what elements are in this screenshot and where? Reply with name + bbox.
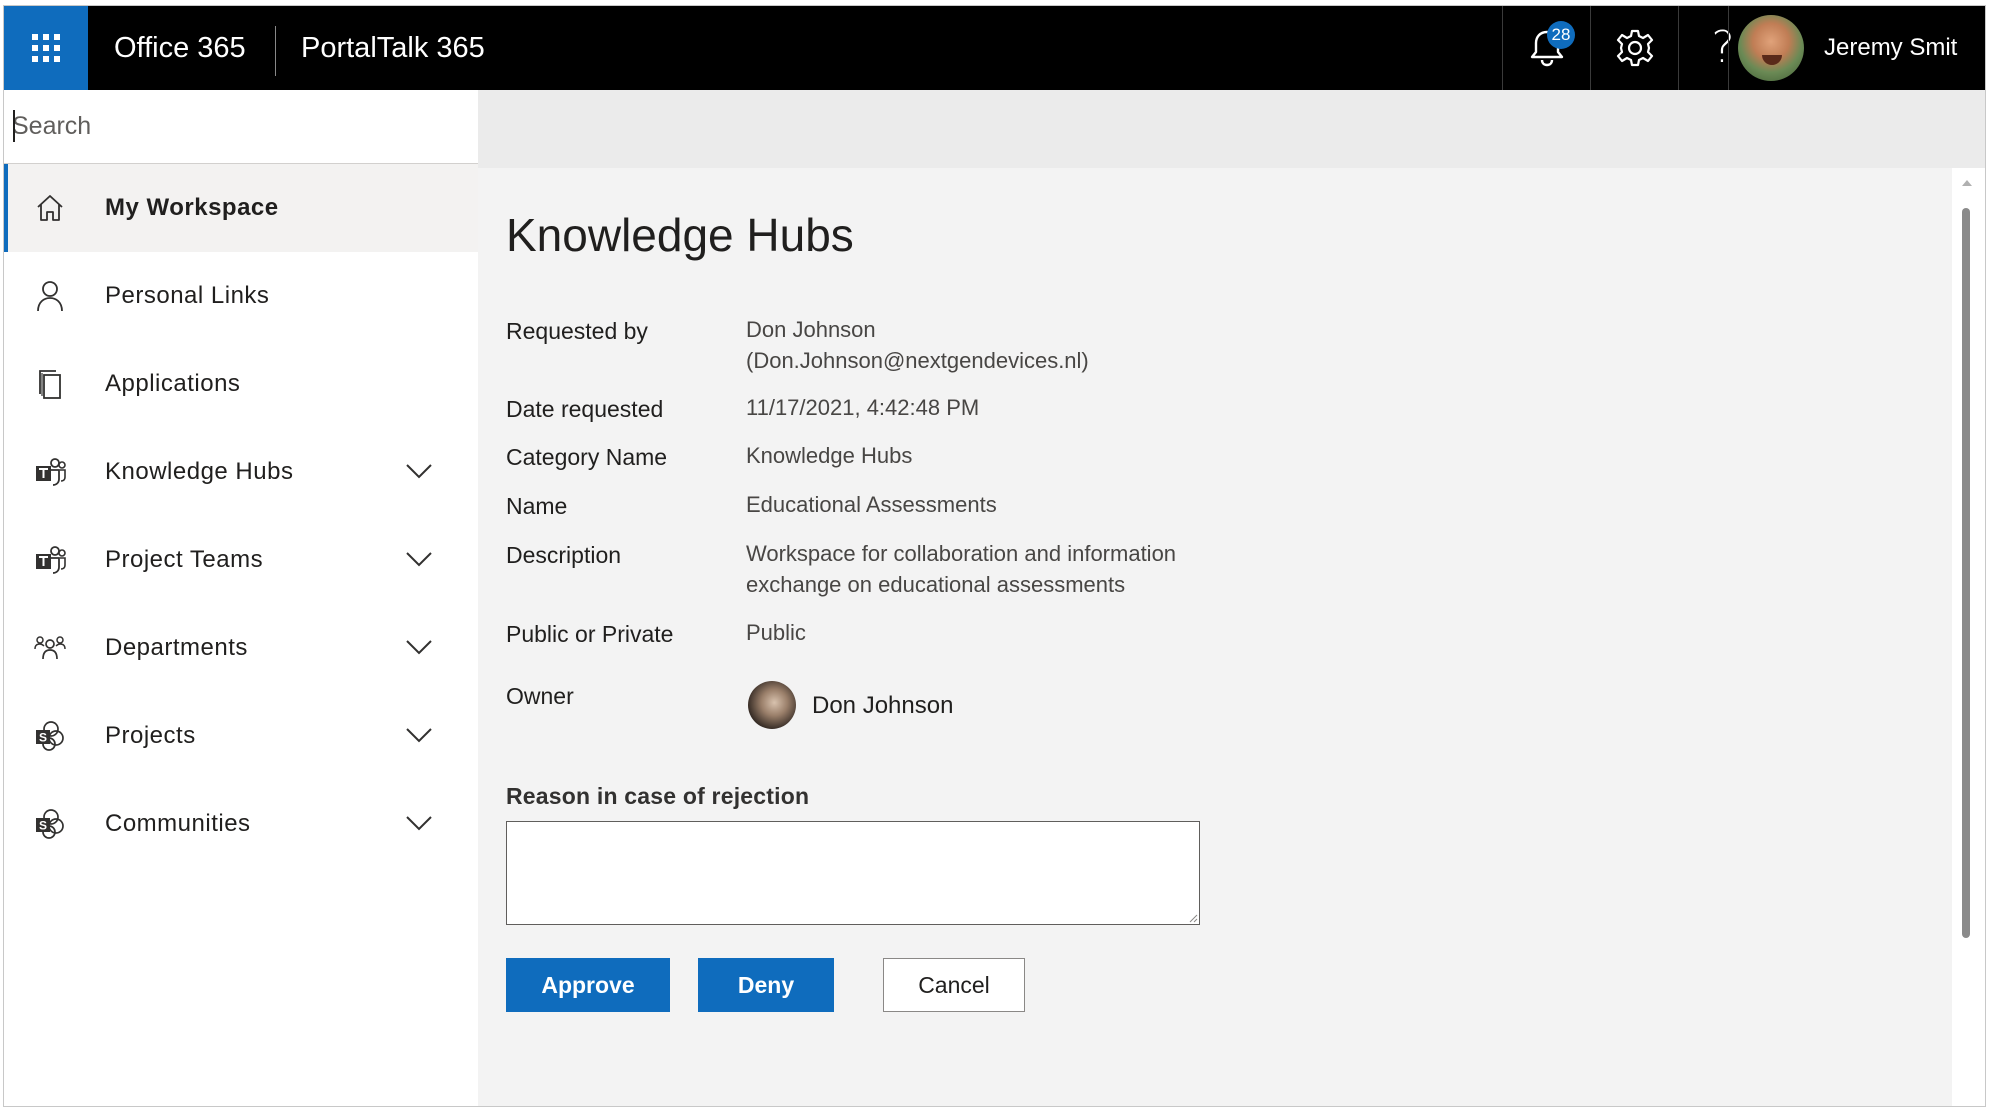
deny-button[interactable]: Deny [698, 958, 834, 1012]
user-avatar [1738, 15, 1804, 81]
app-launcher-button[interactable] [4, 6, 88, 90]
description-value-line2: exchange on educational assessments [746, 572, 1126, 597]
chevron-down-icon[interactable] [404, 458, 434, 482]
sidebar-item-communities[interactable]: S Communities [4, 780, 478, 868]
suite-title[interactable]: Office 365 [114, 6, 246, 90]
sidebar-item-project-teams[interactable]: Project Teams [4, 516, 478, 604]
home-icon [34, 192, 66, 224]
request-details-panel: Knowledge Hubs Requested by Don Johnson … [478, 168, 1952, 1106]
teams-icon [34, 544, 66, 576]
description-value-line1: Workspace for collaboration and informat… [746, 541, 1177, 566]
name-label: Name [506, 493, 568, 519]
app-window: Office 365 PortalTalk 365 28 ? Jeremy Sm… [3, 5, 1986, 1107]
visibility-value: Public [746, 620, 806, 645]
date-requested-label: Date requested [506, 396, 664, 422]
requested-by-name: Don Johnson [746, 317, 876, 342]
sidebar-item-my-workspace[interactable]: My Workspace [4, 164, 478, 252]
user-name: Jeremy Smit [1824, 34, 1958, 61]
top-bar: Office 365 PortalTalk 365 28 ? Jeremy Sm… [4, 6, 1985, 90]
settings-button[interactable] [1590, 6, 1679, 90]
pages-icon [34, 368, 66, 400]
name-value: Educational Assessments [746, 492, 997, 517]
chevron-down-icon[interactable] [404, 722, 434, 746]
sidebar-item-label: Projects [105, 722, 196, 749]
scroll-thumb[interactable] [1962, 208, 1970, 938]
cancel-button[interactable]: Cancel [883, 958, 1025, 1012]
sidebar-item-personal-links[interactable]: Personal Links [4, 252, 478, 340]
rejection-reason-input[interactable] [506, 821, 1200, 925]
sidebar-item-label: Personal Links [105, 282, 270, 309]
teams-icon [34, 456, 66, 488]
date-requested-value: 11/17/2021, 4:42:48 PM [746, 395, 980, 420]
content-header-strip [478, 90, 1985, 168]
sidebar-item-label: Project Teams [105, 546, 264, 573]
title-divider [275, 26, 276, 76]
owner-name: Don Johnson [812, 692, 954, 719]
sidebar-item-label: Applications [105, 370, 241, 397]
sidebar-item-projects[interactable]: S Projects [4, 692, 478, 780]
approve-button[interactable]: Approve [506, 958, 670, 1012]
sidebar-item-label: Communities [105, 810, 251, 837]
svg-text:S: S [39, 731, 47, 745]
requested-by-email: (Don.Johnson@nextgendevices.nl) [746, 348, 1089, 373]
description-label: Description [506, 542, 622, 568]
notification-count-badge: 28 [1547, 21, 1575, 49]
sidebar-item-label: My Workspace [105, 194, 279, 221]
chevron-down-icon[interactable] [404, 546, 434, 570]
chevron-down-icon[interactable] [404, 810, 434, 834]
resize-grip-icon[interactable] [1188, 913, 1198, 923]
user-menu[interactable]: Jeremy Smit [1728, 6, 1985, 90]
sidebar-item-label: Departments [105, 634, 248, 661]
sharepoint-icon: S [34, 808, 66, 840]
search-box [4, 90, 478, 164]
sharepoint-icon: S [34, 720, 66, 752]
svg-text:S: S [39, 819, 47, 833]
category-name-value: Knowledge Hubs [746, 443, 913, 468]
requested-by-label: Requested by [506, 318, 648, 344]
person-icon [34, 280, 66, 312]
owner-label: Owner [506, 683, 574, 709]
gear-icon [1616, 29, 1654, 67]
sidebar: My Workspace Personal Links Applications… [4, 164, 478, 1106]
rejection-reason-label: Reason in case of rejection [506, 783, 810, 809]
waffle-icon [32, 34, 60, 62]
sidebar-item-applications[interactable]: Applications [4, 340, 478, 428]
sidebar-item-knowledge-hubs[interactable]: Knowledge Hubs [4, 428, 478, 516]
owner-avatar [748, 681, 796, 729]
notifications-button[interactable]: 28 [1502, 6, 1591, 90]
sidebar-item-departments[interactable]: Departments [4, 604, 478, 692]
people-group-icon [34, 632, 66, 664]
vertical-scrollbar[interactable] [1952, 168, 1985, 1106]
sidebar-item-label: Knowledge Hubs [105, 458, 294, 485]
text-caret [13, 110, 15, 142]
chevron-down-icon[interactable] [404, 634, 434, 658]
category-name-label: Category Name [506, 444, 668, 470]
scroll-up-arrow-icon[interactable] [1962, 180, 1972, 186]
page-title: Knowledge Hubs [506, 209, 854, 261]
search-input[interactable] [4, 90, 454, 162]
visibility-label: Public or Private [506, 621, 674, 647]
app-title[interactable]: PortalTalk 365 [301, 6, 485, 90]
